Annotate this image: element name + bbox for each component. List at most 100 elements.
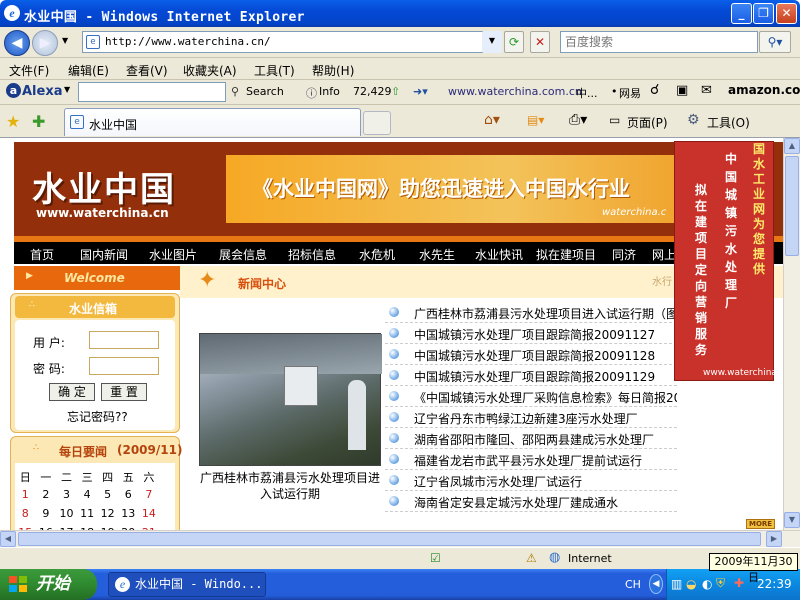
login-reset-button[interactable]: 重 置: [101, 383, 147, 401]
maximize-button[interactable]: ❐: [753, 3, 774, 24]
news-item[interactable]: 《中国城镇污水处理厂采购信息检索》每日简报20091127: [385, 386, 677, 407]
slogan-banner[interactable]: 《水业中国网》助您迅速进入中国水行业 waterchina.c: [226, 155, 696, 223]
news-item-title[interactable]: 福建省龙岩市武平县污水处理厂提前试运行: [414, 452, 642, 469]
nav-home[interactable]: 首页: [30, 246, 54, 263]
username-input[interactable]: [89, 331, 159, 349]
menu-tools[interactable]: 工具(T): [254, 62, 295, 79]
forgot-password-link[interactable]: 忘记密码??: [67, 408, 128, 425]
calendar-day[interactable]: 12: [97, 507, 118, 526]
home-icon[interactable]: ⌂▾: [484, 112, 500, 128]
alexa-search-input[interactable]: [78, 82, 226, 102]
security-shield-icon[interactable]: ⛨: [716, 576, 725, 591]
tools-menu-button[interactable]: 工具(O): [707, 114, 750, 131]
tool-icon-3[interactable]: ✉: [701, 83, 712, 98]
news-item[interactable]: 中国城镇污水处理厂项目跟踪简报20091128: [385, 344, 677, 365]
news-item-title[interactable]: 《中国城镇污水处理厂采购信息检索》每日简报20091127: [414, 389, 677, 406]
tab-waterchina[interactable]: e 水业中国: [64, 108, 361, 136]
wangyi-link[interactable]: 网易: [619, 85, 641, 101]
calendar-day[interactable]: 2: [36, 488, 57, 507]
calendar-day[interactable]: 3: [56, 488, 77, 507]
vertical-scroll-thumb[interactable]: [785, 156, 799, 256]
new-tab-button[interactable]: [363, 111, 391, 135]
project-ad[interactable]: 国水工业网为您提供 中国城镇污水处理厂 拟在建项目定向营销服务 www.wate…: [674, 141, 783, 381]
calendar-day[interactable]: 9: [36, 507, 57, 526]
search-input[interactable]: 百度搜索: [560, 31, 758, 53]
scroll-up-icon[interactable]: ▲: [784, 138, 800, 154]
news-item-title[interactable]: 辽宁省丹东市鸭绿江边新建3座污水处理厂: [414, 410, 638, 427]
news-item-title[interactable]: 辽宁省凤城市污水处理厂试运行: [414, 473, 582, 490]
nav-mr-water[interactable]: 水先生: [419, 246, 455, 263]
calendar-day[interactable]: 1: [15, 488, 36, 507]
news-item-title[interactable]: 中国城镇污水处理厂项目跟踪简报20091129: [414, 368, 655, 385]
alexa-site[interactable]: www.waterchina.com.cn: [448, 85, 582, 98]
amazon-link[interactable]: amazon.com: [728, 83, 800, 97]
nav-online[interactable]: 网上: [652, 246, 676, 263]
stop-button[interactable]: ✕: [530, 31, 550, 53]
minimize-button[interactable]: _: [731, 3, 752, 24]
menu-file[interactable]: 文件(F): [9, 62, 49, 79]
alexa-search-button[interactable]: Search: [246, 85, 284, 98]
menu-edit[interactable]: 编辑(E): [68, 62, 109, 79]
taskbar-ie-button[interactable]: e 水业中国 - Windo...: [108, 572, 266, 597]
calendar-day[interactable]: 11: [77, 507, 98, 526]
calendar-day[interactable]: 7: [139, 488, 160, 507]
news-item[interactable]: 中国城镇污水处理厂项目跟踪简报20091129: [385, 365, 677, 386]
news-photo[interactable]: [199, 333, 382, 466]
horizontal-scroll-thumb[interactable]: [18, 532, 761, 546]
volume-icon[interactable]: ◐: [702, 577, 712, 591]
news-item-title[interactable]: 中国城镇污水处理厂项目跟踪简报20091127: [414, 326, 655, 343]
calendar-day[interactable]: 5: [97, 488, 118, 507]
photo-caption[interactable]: 广西桂林市荔浦县污水处理项目进入试运行期: [197, 470, 383, 502]
nav-quick-news[interactable]: 水业快讯: [475, 246, 523, 263]
nav-exhibitions[interactable]: 展会信息: [219, 246, 267, 263]
tray-collapse-icon[interactable]: ◀: [649, 574, 663, 594]
news-item-title[interactable]: 中国城镇污水处理厂项目跟踪简报20091128: [414, 347, 655, 364]
calendar-day[interactable]: 13: [118, 507, 139, 526]
horizontal-scrollbar[interactable]: ◀ ▶: [0, 530, 800, 547]
news-item-title[interactable]: 海南省定安县定城污水处理厂建成通水: [414, 494, 618, 511]
url-dropdown-icon[interactable]: ▼: [482, 31, 502, 53]
nav-tongji[interactable]: 同济: [612, 246, 636, 263]
back-button[interactable]: ◀: [4, 30, 30, 56]
login-ok-button[interactable]: 确 定: [49, 383, 95, 401]
history-dropdown-icon[interactable]: ▼: [62, 36, 68, 45]
menu-favorites[interactable]: 收藏夹(A): [183, 62, 237, 79]
alexa-dropdown-icon[interactable]: ▼: [64, 85, 70, 94]
password-input[interactable]: [89, 357, 159, 375]
network-icon[interactable]: ▥: [671, 577, 682, 591]
nav-photos[interactable]: 水业图片: [149, 246, 197, 263]
print-icon[interactable]: ⎙▾: [569, 112, 587, 128]
news-item-title[interactable]: 湖南省邵阳市隆回、邵阳两县建成污水处理厂: [414, 431, 654, 448]
menu-view[interactable]: 查看(V): [126, 62, 168, 79]
vertical-scrollbar[interactable]: ▲ ▼: [783, 138, 800, 530]
url-input[interactable]: e http://www.waterchina.cn/: [82, 31, 500, 53]
antivirus-icon[interactable]: ✚: [734, 576, 744, 590]
tool-icon-2[interactable]: ▣: [676, 83, 688, 98]
news-item[interactable]: 福建省龙岩市武平县污水处理厂提前试运行: [385, 449, 677, 470]
favorites-star-icon[interactable]: ★: [6, 112, 20, 131]
close-button[interactable]: ✕: [776, 3, 797, 24]
news-item[interactable]: 广西桂林市荔浦县污水处理项目进入试运行期（图: [385, 302, 677, 323]
tray-app-icon[interactable]: ◒: [686, 577, 696, 591]
forward-button[interactable]: ▶: [32, 30, 58, 56]
nav-water-crisis[interactable]: 水危机: [359, 246, 395, 263]
refresh-button[interactable]: ⟳: [504, 31, 524, 53]
nav-tenders[interactable]: 招标信息: [288, 246, 336, 263]
news-item[interactable]: 海南省定安县定城污水处理厂建成通水: [385, 491, 677, 512]
calendar-day[interactable]: 8: [15, 507, 36, 526]
scroll-left-icon[interactable]: ◀: [0, 531, 16, 547]
scroll-right-icon[interactable]: ▶: [766, 531, 782, 547]
search-button[interactable]: ⚲▾: [759, 31, 791, 53]
clock[interactable]: 22:39: [757, 577, 792, 591]
nav-projects[interactable]: 拟在建项目: [536, 246, 596, 263]
tool-icon-1[interactable]: ☌: [650, 82, 659, 98]
news-item[interactable]: 湖南省邵阳市隆回、邵阳两县建成污水处理厂: [385, 428, 677, 449]
arrow-icon[interactable]: ➜▾: [413, 85, 428, 98]
feeds-icon[interactable]: ▤▾: [527, 113, 544, 127]
china-link[interactable]: 中...: [576, 85, 598, 101]
menu-help[interactable]: 帮助(H): [312, 62, 354, 79]
nav-domestic-news[interactable]: 国内新闻: [80, 246, 128, 263]
news-item[interactable]: 辽宁省凤城市污水处理厂试运行: [385, 470, 677, 491]
alexa-info-button[interactable]: Info: [319, 85, 340, 98]
add-favorite-icon[interactable]: ✚: [32, 112, 45, 131]
